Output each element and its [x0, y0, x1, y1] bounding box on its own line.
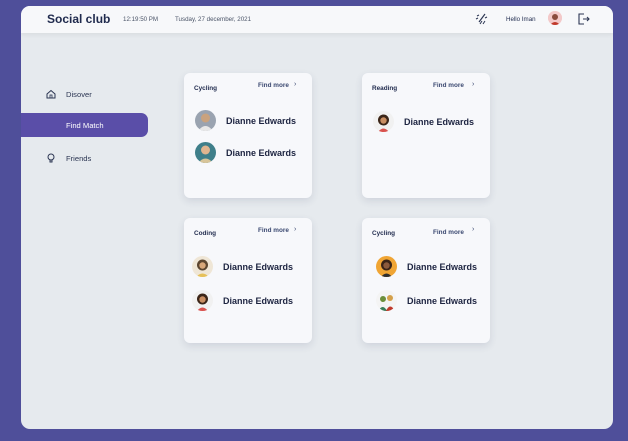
avatar	[195, 110, 216, 131]
card-title: Cycling	[372, 230, 396, 237]
card-title: Cycling	[194, 85, 218, 92]
find-more-link[interactable]: Find more	[433, 229, 464, 236]
person-name: Dianne Edwards	[404, 117, 475, 127]
chevron-right-icon[interactable]: ›	[472, 226, 474, 233]
person-name: Dianne Edwards	[226, 116, 297, 126]
chevron-right-icon[interactable]: ›	[294, 226, 296, 233]
app-title: Social club	[47, 12, 111, 26]
sidebar-item-discover[interactable]: Disover	[21, 82, 148, 106]
find-more-link[interactable]: Find more	[433, 82, 464, 89]
avatar	[376, 290, 397, 311]
avatar	[192, 256, 213, 277]
person-name: Dianne Edwards	[223, 262, 294, 272]
avatar	[376, 256, 397, 277]
sidebar-item-friends[interactable]: Friends	[21, 146, 148, 170]
avatar	[192, 290, 213, 311]
card-title: Coding	[194, 230, 217, 237]
interest-card-reading: Reading Find more › Dianne Edwards	[362, 73, 490, 198]
sidebar-item-label: Disover	[66, 90, 92, 99]
sidebar-item-label: Find Match	[66, 121, 104, 130]
user-avatar[interactable]	[548, 11, 562, 25]
logout-icon[interactable]	[577, 12, 590, 26]
find-more-link[interactable]: Find more	[258, 227, 289, 234]
current-date: Tusday, 27 december, 2021	[175, 16, 252, 23]
top-bar: Social club 12:19:50 PM Tusday, 27 decem…	[21, 6, 613, 33]
interest-card-cycling-2: Cycling Find more › Dianne Edwards Diann…	[362, 218, 490, 343]
lightbulb-icon	[47, 153, 55, 163]
chevron-right-icon[interactable]: ›	[472, 81, 474, 88]
person-name: Dianne Edwards	[226, 148, 297, 158]
sidebar-item-label: Friends	[66, 154, 92, 163]
avatar	[195, 142, 216, 163]
interest-card-cycling: Cycling Find more › Dianne Edwards Diann…	[184, 73, 312, 198]
app-window: Social club 12:19:50 PM Tusday, 27 decem…	[21, 6, 613, 429]
weather-icon[interactable]	[474, 12, 488, 26]
home-icon	[46, 89, 56, 99]
find-more-link[interactable]: Find more	[258, 82, 289, 89]
chevron-right-icon[interactable]: ›	[294, 81, 296, 88]
sidebar-item-find-match[interactable]: Find Match	[21, 113, 148, 137]
greeting: Hello Iman	[506, 16, 536, 23]
interest-card-coding: Coding Find more › Dianne Edwards Dianne…	[184, 218, 312, 343]
person-name: Dianne Edwards	[223, 296, 294, 306]
person-name: Dianne Edwards	[407, 296, 478, 306]
clock-time: 12:19:50 PM	[123, 16, 159, 23]
card-title: Reading	[372, 85, 398, 92]
person-name: Dianne Edwards	[407, 262, 478, 272]
avatar	[373, 111, 394, 132]
